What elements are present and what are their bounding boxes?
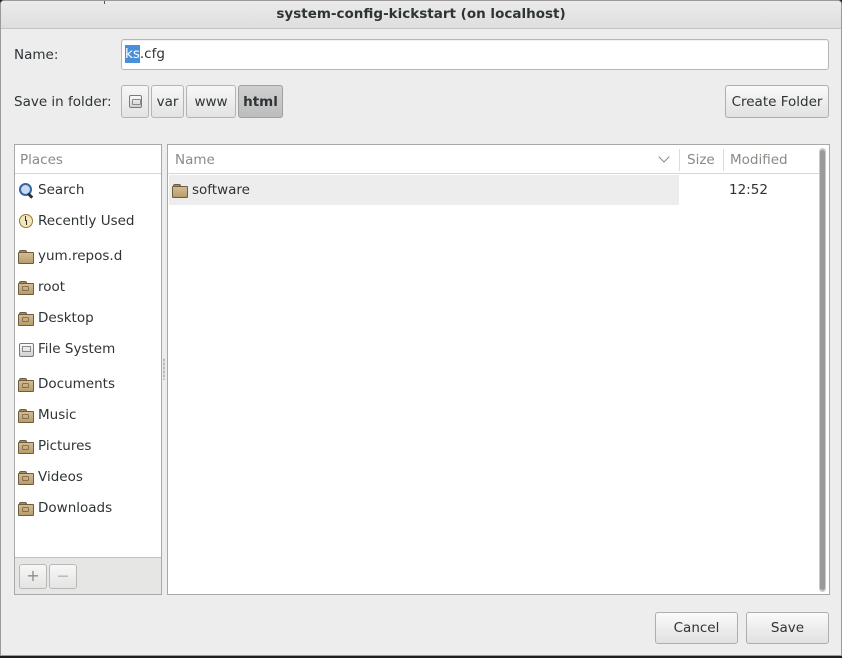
remove-bookmark-button[interactable]: — — [49, 564, 77, 589]
search-icon — [18, 182, 34, 198]
place-label: Desktop — [38, 310, 94, 326]
file-list: Name Size Modified software 12:52 — [167, 144, 830, 595]
crumb-var[interactable]: var — [151, 85, 184, 118]
place-label: Documents — [38, 376, 115, 392]
place-file-system[interactable]: File System — [18, 337, 115, 361]
save-file-dialog: system-config-kickstart (on localhost) N… — [0, 0, 842, 656]
folder-icon — [172, 182, 188, 198]
place-label: root — [38, 279, 66, 295]
place-label: Pictures — [38, 438, 92, 454]
place-documents[interactable]: Documents — [18, 372, 115, 396]
add-bookmark-button[interactable]: + — [19, 564, 47, 589]
downloads-folder-icon — [18, 500, 34, 516]
place-desktop[interactable]: Desktop — [18, 306, 94, 330]
create-folder-button[interactable]: Create Folder — [725, 85, 829, 118]
file-name: software — [192, 182, 250, 198]
crumb-www[interactable]: www — [186, 85, 236, 118]
place-label: File System — [38, 341, 116, 357]
place-label: Search — [38, 182, 85, 198]
scrollbar-thumb[interactable] — [820, 150, 825, 590]
videos-folder-icon — [18, 469, 34, 485]
place-music[interactable]: Music — [18, 403, 76, 427]
titlebar-notch — [104, 1, 105, 4]
drive-icon — [128, 95, 142, 108]
home-folder-icon — [18, 279, 34, 295]
place-label: Videos — [38, 469, 83, 485]
save-in-folder-label: Save in folder: — [14, 94, 112, 110]
clock-icon — [18, 213, 34, 229]
place-label: Music — [38, 407, 77, 423]
save-button[interactable]: Save — [746, 612, 829, 644]
desktop-folder-icon — [18, 310, 34, 326]
name-selected-text: ks — [125, 45, 140, 63]
music-folder-icon — [18, 407, 34, 423]
folder-icon — [18, 248, 34, 264]
name-label: Name: — [14, 47, 59, 63]
file-modified: 12:52 — [729, 182, 768, 198]
column-header-name[interactable]: Name — [168, 145, 680, 174]
documents-folder-icon — [18, 376, 34, 392]
place-search[interactable]: Search — [18, 178, 84, 202]
place-pictures[interactable]: Pictures — [18, 434, 91, 458]
column-header-modified[interactable]: Modified — [723, 145, 819, 174]
place-label: Recently Used — [38, 213, 135, 229]
window-title: system-config-kickstart (on localhost) — [276, 6, 566, 22]
places-sidebar: Places Search Recently Used yum.repos.d … — [14, 144, 162, 595]
path-bar: var www html — [121, 85, 283, 118]
cancel-button[interactable]: Cancel — [655, 612, 738, 644]
place-root[interactable]: root — [18, 275, 65, 299]
title-bar[interactable]: system-config-kickstart (on localhost) — [1, 1, 841, 29]
name-rest-text: .cfg — [139, 46, 165, 62]
column-name-label: Name — [175, 152, 215, 168]
places-toolbar: + — — [15, 557, 161, 594]
file-row-software[interactable]: software — [169, 175, 679, 205]
name-input[interactable]: ks.cfg — [121, 39, 829, 70]
sort-descending-icon — [658, 151, 670, 163]
place-downloads[interactable]: Downloads — [18, 496, 112, 520]
column-header-size[interactable]: Size — [680, 145, 723, 174]
vertical-scrollbar[interactable] — [819, 148, 826, 592]
place-label: yum.repos.d — [38, 248, 123, 264]
pictures-folder-icon — [18, 438, 34, 454]
crumb-root[interactable] — [121, 85, 149, 118]
drive-icon — [18, 341, 34, 357]
place-videos[interactable]: Videos — [18, 465, 83, 489]
pane-resize-handle[interactable] — [163, 358, 165, 380]
place-label: Downloads — [38, 500, 113, 516]
crumb-html[interactable]: html — [238, 85, 283, 118]
place-yum-repos-d[interactable]: yum.repos.d — [18, 244, 122, 268]
places-header: Places — [15, 145, 161, 174]
place-recently-used[interactable]: Recently Used — [18, 209, 134, 233]
